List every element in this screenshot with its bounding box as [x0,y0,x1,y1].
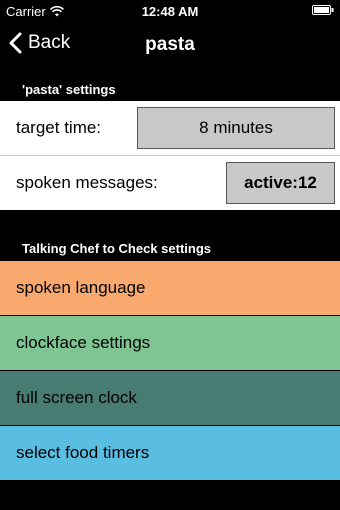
menu-item-clockface-settings[interactable]: clockface settings [0,316,340,370]
section-header-label: 'pasta' settings [22,82,116,97]
target-time-row: target time: 8 minutes [0,101,340,155]
section-header-pasta-settings: 'pasta' settings [0,76,340,101]
navigation-bar: Back pasta [0,22,340,68]
section-header-chef-settings: Talking Chef to Check settings [0,236,340,260]
status-bar: Carrier 12:48 AM [0,0,340,22]
menu-item-spoken-language[interactable]: spoken language [0,261,340,315]
menu-item-full-screen-clock[interactable]: full screen clock [0,371,340,425]
menu-item-select-food-timers[interactable]: select food timers [0,426,340,480]
target-time-label: target time: [16,118,102,137]
menu-item-label: select food timers [16,443,150,462]
spoken-messages-button[interactable]: active:12 [226,162,335,204]
page-title: pasta [145,34,195,55]
section-header-label: Talking Chef to Check settings [22,241,212,256]
battery-icon [312,5,334,15]
menu-item-label: spoken language [16,278,146,297]
menu-item-label: full screen clock [16,388,137,407]
menu-item-label: clockface settings [16,333,151,352]
spoken-messages-row: spoken messages: active:12 [0,156,340,210]
target-time-button[interactable]: 8 minutes [137,107,335,149]
status-time: 12:48 AM [141,4,199,19]
spoken-messages-label: spoken messages: [16,173,158,192]
